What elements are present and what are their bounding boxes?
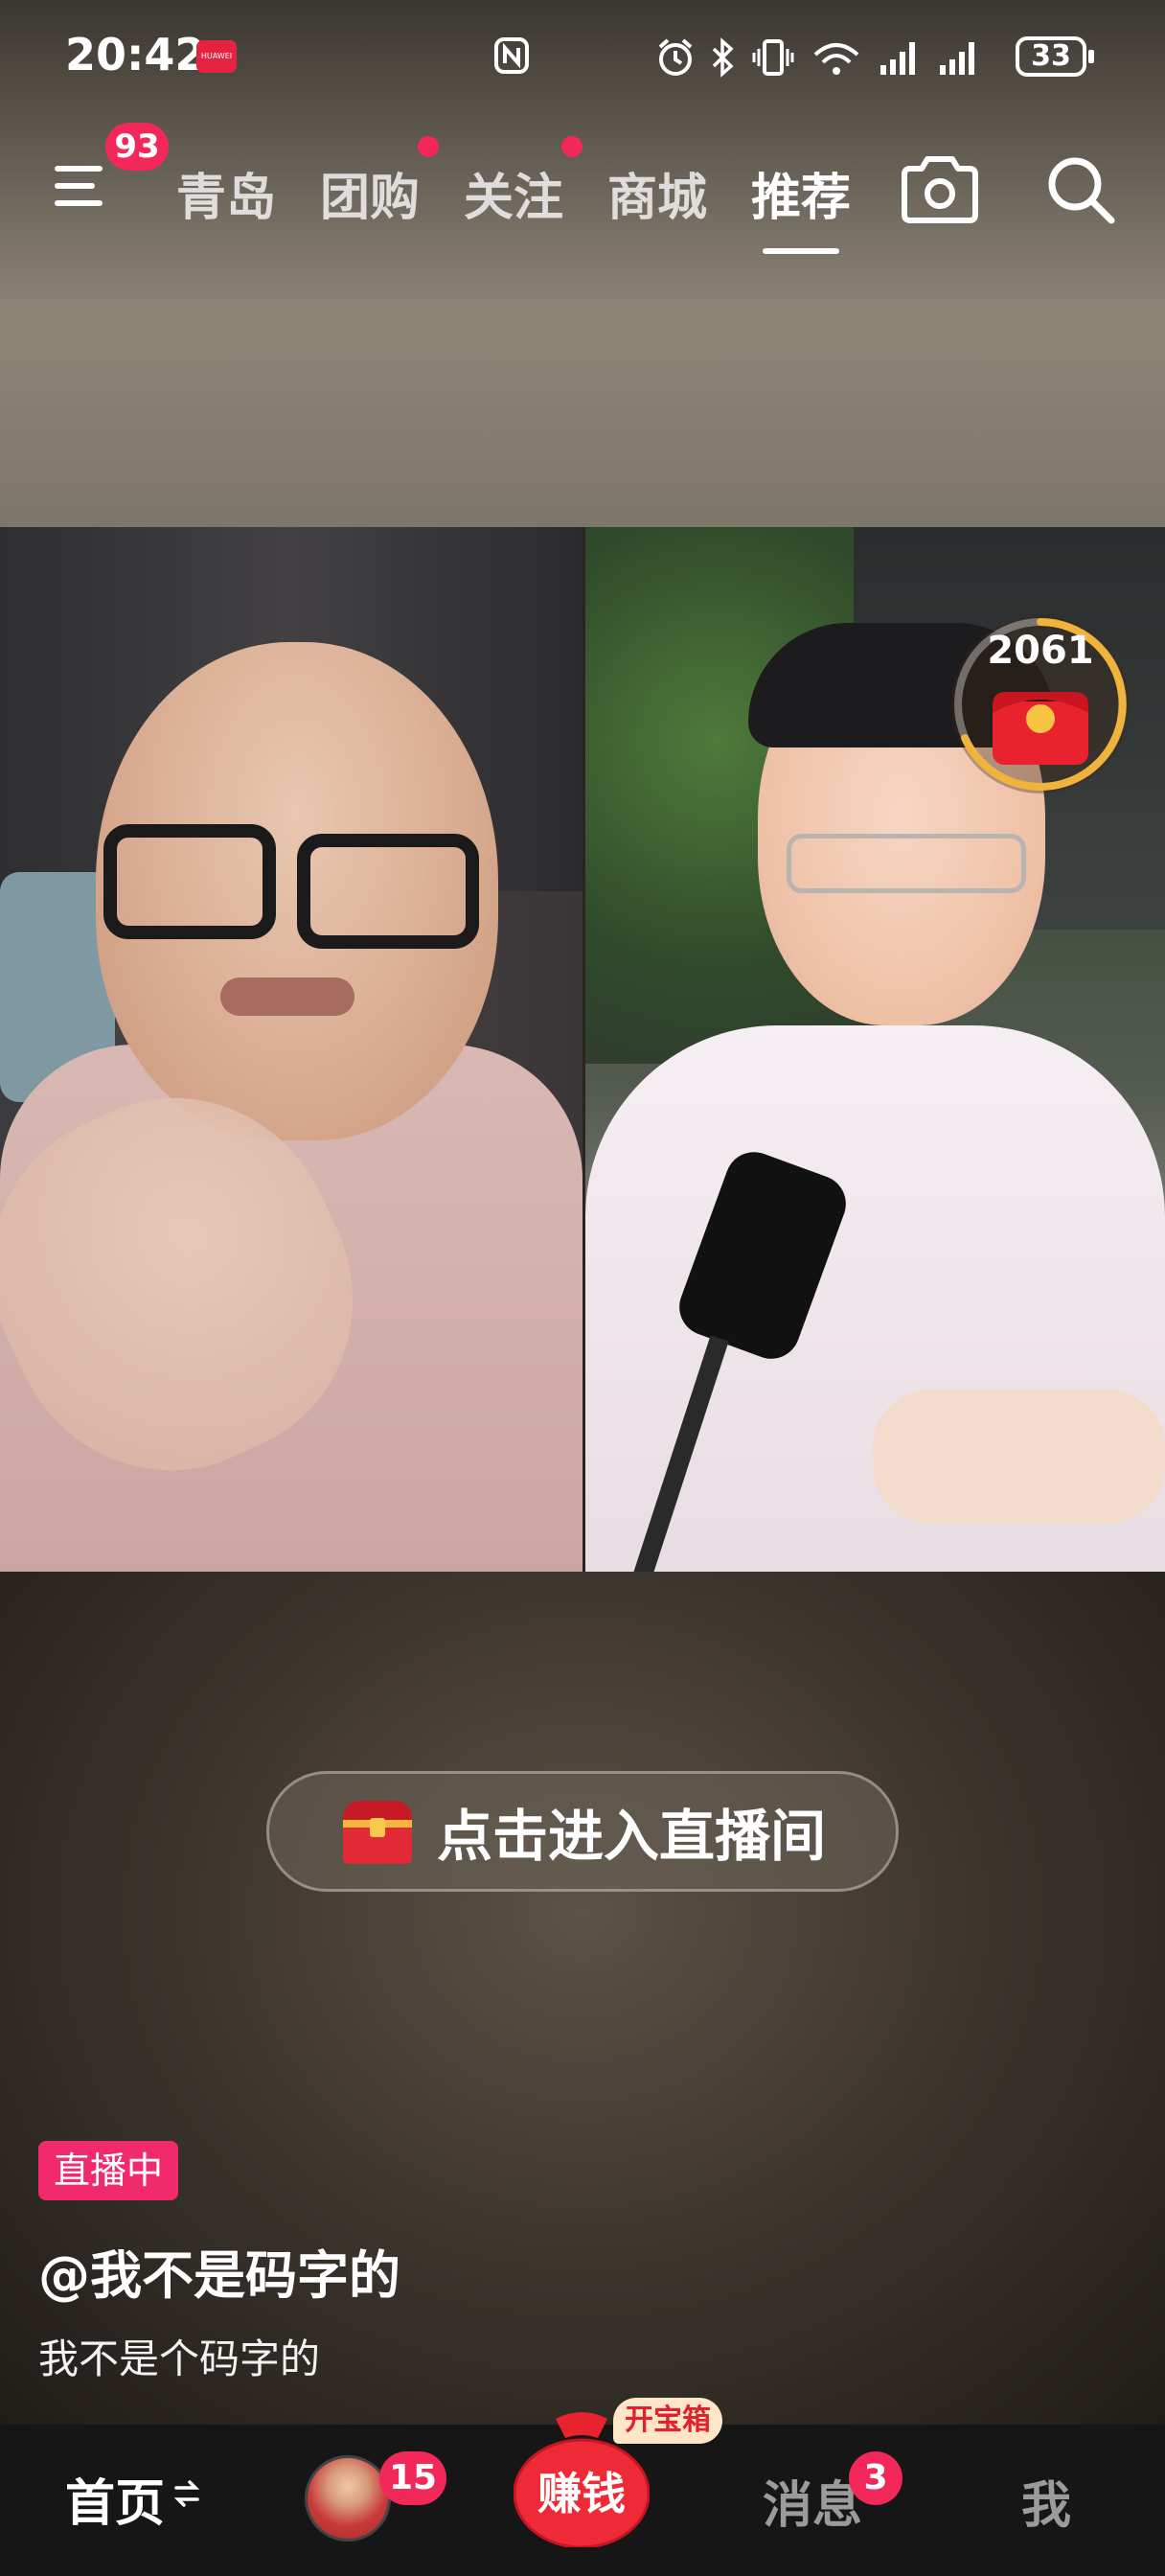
tab-mall[interactable]: 商城 xyxy=(607,157,707,229)
live-status-badge: 直播中 xyxy=(38,2141,179,2200)
tab-group-buy-dot xyxy=(418,136,439,157)
enter-live-room-label: 点击进入直播间 xyxy=(436,1804,826,1869)
search-icon[interactable] xyxy=(1042,151,1119,228)
huawei-icon: HUAWEI xyxy=(196,40,237,73)
nfc-icon xyxy=(494,37,529,74)
messages-badge: 3 xyxy=(849,2451,902,2505)
status-time: 20:42 xyxy=(65,29,206,80)
red-envelope-icon xyxy=(993,692,1088,765)
glasses-left-lens xyxy=(103,824,276,939)
status-bar: 20:42 HUAWEI 33 xyxy=(0,0,1165,115)
alarm-icon xyxy=(658,38,693,76)
mouth xyxy=(220,978,354,1016)
signal-icon xyxy=(940,42,974,75)
menu-notification-badge: 93 xyxy=(105,123,169,171)
switch-arrows-icon xyxy=(173,2480,200,2507)
open-treasure-tag[interactable]: 开宝箱 xyxy=(613,2398,722,2444)
signal-icon xyxy=(880,42,915,75)
tab-recommend[interactable]: 推荐 xyxy=(751,157,851,254)
folded-arms xyxy=(873,1390,1165,1524)
bluetooth-icon xyxy=(712,37,734,78)
stream-description: 我不是个码字的 xyxy=(38,2335,321,2382)
camera-icon[interactable] xyxy=(899,153,981,226)
tab-messages[interactable]: 消息 xyxy=(763,2465,862,2537)
avatar-notification-badge: 15 xyxy=(379,2451,447,2505)
menu-icon[interactable] xyxy=(54,157,111,215)
earn-money-label: 赚钱 xyxy=(537,2468,626,2519)
live-video-left[interactable] xyxy=(0,527,582,1572)
tab-qingdao[interactable]: 青岛 xyxy=(176,157,276,229)
enter-live-room-button[interactable]: 点击进入直播间 xyxy=(266,1771,899,1892)
tab-following[interactable]: 关注 xyxy=(464,157,563,229)
glasses-right-lens xyxy=(297,834,479,949)
top-navigation: 青岛 团购 关注 商城 推荐 xyxy=(0,134,1165,254)
treasure-chest-icon xyxy=(342,1801,412,1864)
streamer-handle[interactable]: @我不是码字的 xyxy=(38,2233,400,2309)
coin-count: 2061 xyxy=(987,629,1094,673)
vibrate-icon xyxy=(752,39,794,76)
battery-icon: 33 xyxy=(1016,36,1094,77)
bottom-navigation: 首页 15 赚钱 开宝箱 消息 3 我 xyxy=(0,2398,1165,2576)
friend-avatar[interactable] xyxy=(305,2455,391,2542)
wifi-icon xyxy=(813,43,859,75)
tab-following-dot xyxy=(561,136,582,157)
tab-me[interactable]: 我 xyxy=(1021,2465,1071,2537)
glasses xyxy=(787,834,1026,893)
tab-group-buy[interactable]: 团购 xyxy=(320,157,420,229)
tab-home[interactable]: 首页 xyxy=(65,2463,165,2535)
